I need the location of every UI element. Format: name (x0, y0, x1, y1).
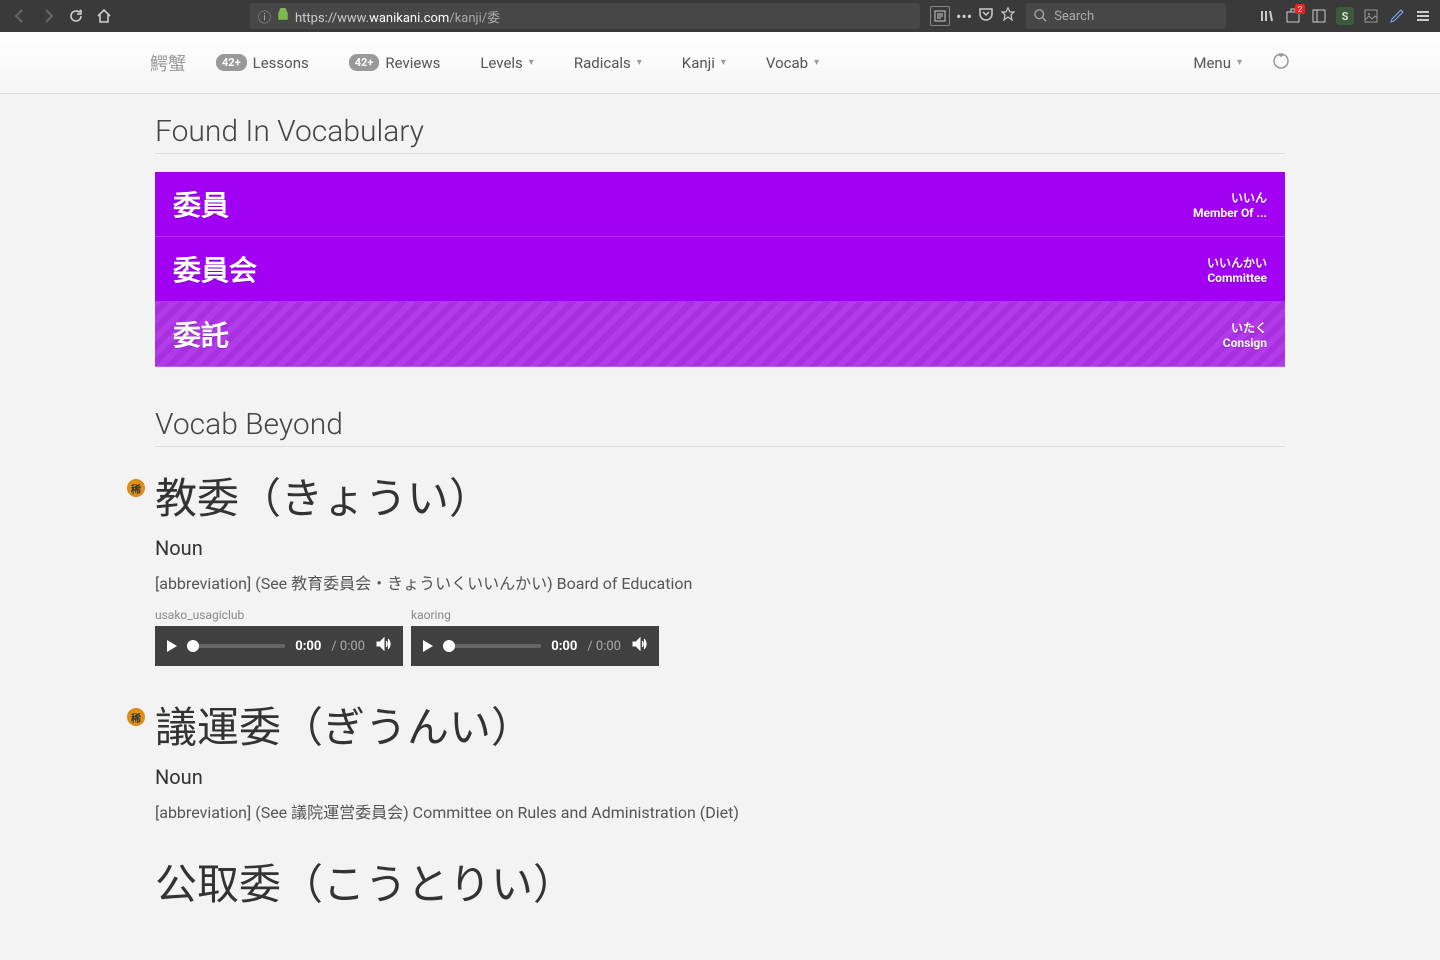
beyond-word: 議運委（ぎうんい） (155, 694, 1285, 755)
home-button[interactable] (92, 4, 116, 28)
vocab-list: 委員 いいん Member Of ... 委員会 いいんかい Committee… (155, 172, 1285, 367)
extension-badge: 2 (1295, 4, 1305, 14)
beyond-word: 公取委（こうとりい） (155, 851, 1285, 912)
audio-scrubber[interactable] (443, 644, 541, 648)
play-button[interactable] (423, 640, 433, 652)
audio-label: usako_usagiclub (155, 608, 403, 622)
beyond-entry: 稀 議運委（ぎうんい） Noun [abbreviation] (See 議院運… (155, 694, 1285, 823)
vocab-meta: いいん Member Of ... (1193, 189, 1267, 220)
lock-icon (277, 8, 289, 24)
beyond-word: 教委（きょうい） (155, 465, 1285, 526)
chevron-down-icon: ▾ (637, 57, 642, 68)
search-placeholder: Search (1054, 9, 1094, 24)
nav-lessons[interactable]: 42+ Lessons (216, 54, 309, 72)
page-actions-icon[interactable]: ••• (956, 7, 972, 26)
volume-icon[interactable] (631, 636, 647, 656)
site-nav: 鰐蟹 42+ Lessons 42+ Reviews Levels▾ Radic… (0, 32, 1440, 94)
back-button[interactable] (8, 4, 32, 28)
vocab-kanji: 委員 (173, 184, 229, 224)
url-bar[interactable]: ⓘ https://www.wanikani.com/kanji/委 (250, 3, 920, 29)
extension-icon[interactable]: 2 (1284, 7, 1302, 25)
vocab-beyond-heading: Vocab Beyond (155, 407, 1285, 447)
image-icon[interactable] (1362, 7, 1380, 25)
vocab-item[interactable]: 委員 いいん Member Of ... (155, 172, 1285, 237)
nav-radicals[interactable]: Radicals▾ (574, 54, 642, 72)
forward-button[interactable] (36, 4, 60, 28)
audio-controls[interactable]: 0:00 / 0:00 (411, 626, 659, 666)
chevron-down-icon: ▾ (1237, 57, 1242, 68)
time-total: / 0:00 (587, 639, 621, 654)
rarity-badge: 稀 (127, 479, 145, 497)
beyond-pos: Noun (155, 536, 1285, 560)
search-icon (1034, 9, 1048, 23)
chevron-down-icon: ▾ (814, 57, 819, 68)
beyond-pos: Noun (155, 765, 1285, 789)
reader-mode-icon[interactable] (930, 6, 950, 26)
time-total: / 0:00 (331, 639, 365, 654)
beyond-definition: [abbreviation] (See 教育委員会・きょういくいいんかい) Bo… (155, 570, 1285, 594)
main-content: Found In Vocabulary 委員 いいん Member Of ...… (140, 94, 1300, 960)
edit-icon[interactable] (1388, 7, 1406, 25)
bookmark-icon[interactable] (1000, 6, 1016, 26)
sync-icon[interactable] (1272, 52, 1290, 74)
volume-icon[interactable] (375, 636, 391, 656)
nav-vocab[interactable]: Vocab▾ (766, 54, 819, 72)
browser-toolbar: ⓘ https://www.wanikani.com/kanji/委 ••• S… (0, 0, 1440, 32)
found-in-vocab-heading: Found In Vocabulary (155, 114, 1285, 154)
audio-controls[interactable]: 0:00 / 0:00 (155, 626, 403, 666)
vocab-item[interactable]: 委託 いたく Consign (155, 302, 1285, 367)
play-button[interactable] (167, 640, 177, 652)
sidebar-icon[interactable] (1310, 7, 1328, 25)
time-current: 0:00 (295, 639, 321, 654)
audio-player: usako_usagiclub 0:00 / 0:00 (155, 608, 403, 666)
info-icon[interactable]: ⓘ (258, 7, 271, 26)
hamburger-menu-icon[interactable] (1414, 7, 1432, 25)
vocab-meta: いいんかい Committee (1207, 254, 1267, 285)
nav-levels[interactable]: Levels▾ (480, 54, 533, 72)
reload-button[interactable] (64, 4, 88, 28)
time-current: 0:00 (551, 639, 577, 654)
lessons-label: Lessons (253, 54, 309, 72)
site-logo[interactable]: 鰐蟹 (150, 50, 186, 76)
browser-search-box[interactable]: Search (1026, 3, 1226, 29)
beyond-entry: 稀 教委（きょうい） Noun [abbreviation] (See 教育委員… (155, 465, 1285, 666)
vocab-kanji: 委託 (173, 314, 229, 354)
library-icon[interactable] (1258, 7, 1276, 25)
audio-row: usako_usagiclub 0:00 / 0:00 kaoring 0:00… (155, 608, 1285, 666)
nav-menu[interactable]: Menu▾ (1193, 54, 1242, 72)
nav-kanji[interactable]: Kanji▾ (682, 54, 726, 72)
reviews-label: Reviews (385, 54, 440, 72)
vocab-kanji: 委員会 (173, 249, 257, 289)
audio-label: kaoring (411, 608, 659, 622)
vocab-meta: いたく Consign (1223, 319, 1267, 350)
rarity-badge: 稀 (127, 708, 145, 726)
chevron-down-icon: ▾ (721, 57, 726, 68)
beyond-entry: 公取委（こうとりい） (155, 851, 1285, 912)
beyond-definition: [abbreviation] (See 議院運営委員会) Committee o… (155, 799, 1285, 823)
vocab-item[interactable]: 委員会 いいんかい Committee (155, 237, 1285, 302)
extension-s-icon[interactable]: S (1336, 7, 1354, 25)
url-text: https://www.wanikani.com/kanji/委 (295, 7, 500, 26)
reviews-badge: 42+ (349, 54, 380, 71)
lessons-badge: 42+ (216, 54, 247, 71)
audio-player: kaoring 0:00 / 0:00 (411, 608, 659, 666)
pocket-icon[interactable] (978, 6, 994, 26)
audio-scrubber[interactable] (187, 644, 285, 648)
chevron-down-icon: ▾ (529, 57, 534, 68)
nav-reviews[interactable]: 42+ Reviews (349, 54, 441, 72)
